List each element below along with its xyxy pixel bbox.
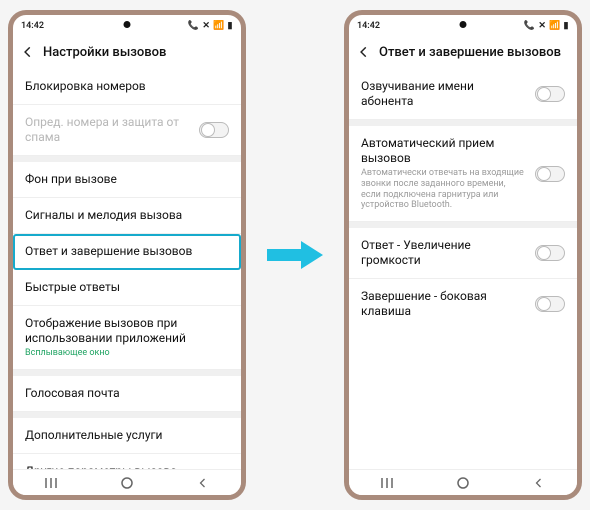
- back-icon[interactable]: [19, 43, 37, 61]
- nav-bar: [13, 469, 241, 495]
- row-label: Голосовая почта: [25, 386, 229, 401]
- toggle-switch[interactable]: [535, 245, 565, 261]
- row-label: Отображение вызовов при использовании пр…: [25, 316, 229, 346]
- row-label: Опред. номера и защита от спама: [25, 115, 191, 145]
- settings-row[interactable]: Ответ и завершение вызовов: [13, 234, 241, 270]
- toggle-switch[interactable]: [535, 296, 565, 312]
- camera-dot: [124, 21, 131, 28]
- row-label: Фон при вызове: [25, 172, 229, 187]
- nav-back[interactable]: [195, 475, 211, 491]
- nav-recent[interactable]: [379, 475, 395, 491]
- settings-row[interactable]: Быстрые ответы: [13, 270, 241, 306]
- header-right: Ответ и завершение вызовов: [349, 37, 577, 69]
- row-label: Быстрые ответы: [25, 280, 229, 295]
- nav-home[interactable]: [119, 475, 135, 491]
- settings-row[interactable]: Дополнительные услуги: [13, 418, 241, 454]
- settings-row[interactable]: Отображение вызовов при использовании пр…: [13, 306, 241, 370]
- settings-row[interactable]: Завершение - боковая клавиша: [349, 279, 577, 329]
- settings-row[interactable]: Сигналы и мелодия вызова: [13, 198, 241, 234]
- row-label: Ответ и завершение вызовов: [25, 244, 229, 259]
- status-time: 14:42: [21, 21, 44, 31]
- row-main: Сигналы и мелодия вызова: [25, 208, 229, 223]
- page-title: Настройки вызовов: [43, 45, 166, 60]
- page-title: Ответ и завершение вызовов: [379, 45, 561, 60]
- row-label: Озвучивание имени абонента: [361, 79, 527, 109]
- settings-list-right: Озвучивание имени абонента Автоматический…: [349, 69, 577, 469]
- row-label: Дополнительные услуги: [25, 428, 229, 443]
- row-label: Сигналы и мелодия вызова: [25, 208, 229, 223]
- status-time: 14:42: [357, 21, 380, 31]
- row-main: Блокировка номеров: [25, 79, 229, 94]
- row-main: Фон при вызове: [25, 172, 229, 187]
- settings-row[interactable]: Другие параметры вызова: [13, 454, 241, 469]
- nav-back[interactable]: [531, 475, 547, 491]
- settings-row[interactable]: Фон при вызове: [13, 162, 241, 198]
- status-icons: 📞 ✕ 📶 ▮: [188, 21, 233, 31]
- row-subtext: Всплывающее окно: [25, 348, 229, 359]
- row-main: Автоматический прием вызововАвтоматическ…: [361, 136, 527, 211]
- row-main: Отображение вызовов при использовании пр…: [25, 316, 229, 359]
- row-main: Ответ - Увеличение громкости: [361, 238, 527, 268]
- settings-row[interactable]: Автоматический прием вызововАвтоматическ…: [349, 126, 577, 222]
- settings-row[interactable]: Озвучивание имени абонента: [349, 69, 577, 120]
- phone-right: 14:42 📞 ✕ 📶 ▮ Ответ и завершение вызовов…: [344, 10, 582, 500]
- back-icon[interactable]: [355, 43, 373, 61]
- settings-row[interactable]: Опред. номера и защита от спама: [13, 105, 241, 156]
- settings-row[interactable]: Блокировка номеров: [13, 69, 241, 105]
- row-main: Опред. номера и защита от спама: [25, 115, 191, 145]
- nav-bar: [349, 469, 577, 495]
- row-label: Завершение - боковая клавиша: [361, 289, 527, 319]
- settings-row[interactable]: Ответ - Увеличение громкости: [349, 228, 577, 279]
- row-main: Завершение - боковая клавиша: [361, 289, 527, 319]
- nav-home[interactable]: [455, 475, 471, 491]
- arrow-icon: [265, 235, 325, 275]
- toggle-switch[interactable]: [535, 166, 565, 182]
- row-label: Блокировка номеров: [25, 79, 229, 94]
- settings-row[interactable]: Голосовая почта: [13, 376, 241, 412]
- row-main: Быстрые ответы: [25, 280, 229, 295]
- row-main: Ответ и завершение вызовов: [25, 244, 229, 259]
- phone-left: 14:42 📞 ✕ 📶 ▮ Настройки вызовов Блокиров…: [8, 10, 246, 500]
- row-main: Голосовая почта: [25, 386, 229, 401]
- row-label: Автоматический прием вызовов: [361, 136, 527, 166]
- toggle-switch[interactable]: [535, 86, 565, 102]
- row-main: Озвучивание имени абонента: [361, 79, 527, 109]
- toggle-switch[interactable]: [199, 122, 229, 138]
- status-icons: 📞 ✕ 📶 ▮: [524, 21, 569, 31]
- camera-dot: [460, 21, 467, 28]
- header-left: Настройки вызовов: [13, 37, 241, 69]
- row-label: Ответ - Увеличение громкости: [361, 238, 527, 268]
- nav-recent[interactable]: [43, 475, 59, 491]
- row-main: Дополнительные услуги: [25, 428, 229, 443]
- settings-list-left: Блокировка номеров Опред. номера и защита…: [13, 69, 241, 469]
- row-subtext: Автоматически отвечать на входящие звонк…: [361, 168, 527, 211]
